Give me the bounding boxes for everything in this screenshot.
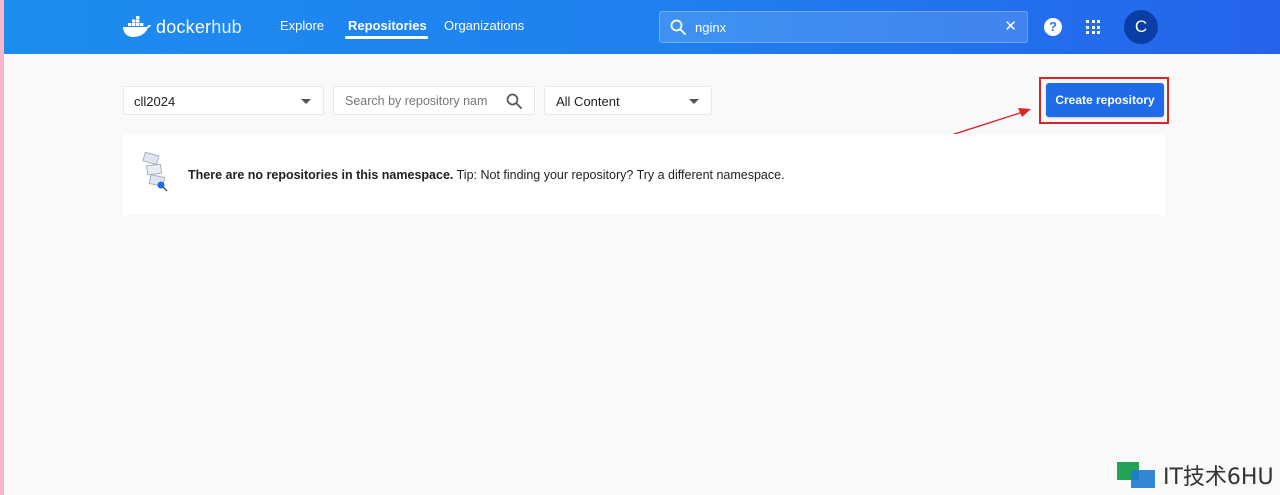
apps-grid-icon[interactable]: [1086, 20, 1100, 34]
repository-search-input[interactable]: [335, 88, 495, 113]
search-icon[interactable]: [506, 93, 522, 109]
logo-hub-text: hub: [211, 16, 242, 37]
watermark-logo-icon: [1117, 462, 1155, 488]
user-avatar[interactable]: C: [1124, 10, 1158, 44]
empty-state-tip: Tip: Not finding your repository? Try a …: [453, 168, 785, 182]
watermark: IT技术6HU: [1117, 459, 1274, 491]
global-search-input[interactable]: nginx ✕: [659, 11, 1028, 43]
help-icon[interactable]: ?: [1044, 18, 1062, 36]
active-tab-underline: [345, 36, 428, 39]
chevron-down-icon: [301, 99, 311, 104]
namespace-select[interactable]: cll2024: [123, 86, 324, 115]
search-icon: [670, 19, 686, 35]
namespace-value: cll2024: [134, 94, 176, 109]
content-filter-select[interactable]: All Content: [544, 86, 712, 115]
empty-state-message: There are no repositories in this namesp…: [188, 168, 785, 182]
empty-repository-illustration: [142, 152, 168, 192]
logo-docker-text: docker: [156, 16, 212, 37]
global-search-value: nginx: [695, 20, 727, 35]
chevron-down-icon: [689, 99, 699, 104]
create-repository-button[interactable]: Create repository: [1046, 83, 1164, 117]
nav-repositories[interactable]: Repositories: [348, 18, 427, 33]
empty-state-bold: There are no repositories in this namesp…: [188, 168, 454, 182]
empty-state-card: There are no repositories in this namesp…: [123, 134, 1165, 215]
clear-search-icon[interactable]: ✕: [1004, 19, 1017, 35]
docker-hub-logo[interactable]: dockerhub: [122, 14, 242, 40]
top-navigation-bar: dockerhub Explore Repositories Organizat…: [4, 0, 1280, 54]
repository-search-field[interactable]: [333, 86, 535, 115]
nav-explore[interactable]: Explore: [280, 18, 324, 33]
logo-wordmark: dockerhub: [156, 17, 242, 38]
content-filter-value: All Content: [556, 94, 620, 109]
nav-organizations[interactable]: Organizations: [444, 18, 524, 33]
docker-whale-icon: [123, 16, 151, 37]
watermark-text: IT技术6HU: [1163, 465, 1274, 490]
left-edge-stripe: [0, 0, 4, 495]
